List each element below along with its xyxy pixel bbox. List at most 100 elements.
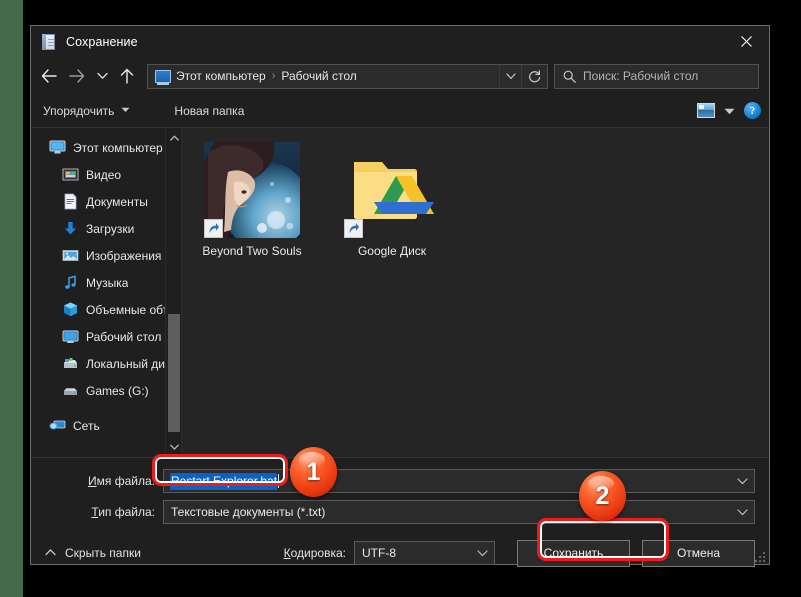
sidebar-item-music[interactable]: Музыка: [31, 269, 181, 296]
filename-value: Restart Explorer.bat: [170, 473, 277, 490]
scroll-up-chevron-icon[interactable]: [166, 130, 182, 146]
filetype-label-rest: ип файла:: [98, 505, 155, 519]
sidebar-item-network[interactable]: Сеть: [31, 412, 181, 439]
3d-objects-icon: [62, 301, 79, 318]
close-button[interactable]: [723, 26, 769, 57]
step-badge-1: 1: [290, 447, 337, 497]
title-bar: Сохранение: [31, 26, 769, 58]
file-list[interactable]: Beyond Two Souls: [182, 128, 769, 457]
cancel-label: Отмена: [677, 546, 720, 560]
sidebar-item-downloads[interactable]: Загрузки: [31, 215, 181, 242]
file-label: Google Диск: [358, 244, 426, 259]
help-label: ?: [750, 105, 756, 117]
filename-chevron-down-icon[interactable]: [730, 470, 754, 492]
navigation-bar: Этот компьютер › Рабочий стол Поиск: Раб…: [31, 58, 769, 94]
file-item-beyond-two-souls[interactable]: Beyond Two Souls: [196, 142, 308, 259]
encoding-value: UTF-8: [355, 546, 396, 560]
sidebar-item-label: Сеть: [73, 419, 100, 433]
navigation-pane: Этот компьютер Видео Документы: [31, 128, 182, 457]
filetype-value: Текстовые документы (*.txt): [164, 505, 325, 519]
hide-folders-button[interactable]: Скрыть папки: [45, 546, 141, 560]
sidebar-item-local-disk[interactable]: Локальный диск (C:): [31, 350, 181, 377]
sidebar-item-label: Этот компьютер: [73, 141, 163, 155]
google-drive-folder-icon: [352, 150, 436, 226]
sidebar-item-label: Музыка: [86, 276, 128, 290]
organize-button[interactable]: Упорядочить: [43, 104, 130, 118]
toolbar-right-group: ?: [697, 102, 761, 120]
file-row: Beyond Two Souls: [196, 142, 769, 259]
refresh-icon[interactable]: [521, 65, 547, 88]
filename-row: Имя файла: Restart Explorer.bat: [45, 468, 755, 494]
step-badge-2: 2: [579, 471, 626, 521]
address-bar[interactable]: Этот компьютер › Рабочий стол: [147, 64, 548, 89]
sidebar-item-games-drive[interactable]: Games (G:): [31, 377, 181, 404]
sidebar-item-label: Games (G:): [86, 384, 149, 398]
resize-grip[interactable]: [754, 550, 766, 562]
sidebar-item-this-pc[interactable]: Этот компьютер: [31, 134, 181, 161]
view-chevron-down-icon[interactable]: [724, 102, 735, 120]
file-item-google-drive[interactable]: Google Диск: [336, 142, 448, 259]
filetype-select[interactable]: Текстовые документы (*.txt): [163, 500, 755, 524]
filetype-label: Тип файла:: [45, 505, 155, 519]
dialog-footer: Скрыть папки Кодировка: UTF-8 Сохранить …: [31, 530, 769, 564]
breadcrumb-item-0[interactable]: Этот компьютер: [176, 69, 266, 83]
sidebar-item-videos[interactable]: Видео: [31, 161, 181, 188]
help-icon[interactable]: ?: [744, 102, 761, 119]
sidebar-scroll-thumb[interactable]: [168, 314, 180, 432]
save-button[interactable]: Сохранить: [517, 540, 630, 567]
filename-label-rest: мя файла:: [97, 474, 155, 488]
desktop-icon: [62, 328, 79, 345]
filetype-row: Тип файла: Текстовые документы (*.txt): [45, 499, 755, 525]
file-thumbnail: [204, 142, 300, 238]
new-folder-label: Новая папка: [174, 104, 244, 118]
sidebar-item-label: Загрузки: [86, 222, 134, 236]
sidebar-item-documents[interactable]: Документы: [31, 188, 181, 215]
cancel-button[interactable]: Отмена: [642, 540, 755, 567]
window-title: Сохранение: [66, 35, 138, 49]
scroll-down-chevron-icon[interactable]: [166, 439, 182, 455]
new-folder-button[interactable]: Новая папка: [174, 104, 244, 118]
notepad-icon: [41, 34, 57, 50]
drive-icon: [62, 382, 79, 399]
sidebar-item-label: Видео: [86, 168, 121, 182]
organize-label: Упорядочить: [43, 104, 114, 118]
sidebar-item-label: Документы: [86, 195, 148, 209]
text-caret: [278, 474, 279, 488]
filename-label: Имя файла:: [45, 474, 155, 488]
computer-icon: [49, 139, 66, 156]
sidebar-item-label: Рабочий стол: [86, 330, 161, 344]
file-label: Beyond Two Souls: [202, 244, 301, 259]
filetype-chevron-down-icon[interactable]: [730, 501, 754, 523]
encoding-label: Кодировка:: [284, 546, 346, 560]
recent-locations-chevron-down-icon[interactable]: [91, 62, 113, 90]
encoding-select[interactable]: UTF-8: [354, 541, 495, 565]
command-toolbar: Упорядочить Новая папка ?: [31, 94, 769, 128]
search-input[interactable]: Поиск: Рабочий стол: [554, 64, 759, 89]
up-icon[interactable]: [113, 62, 141, 90]
sidebar-item-3d-objects[interactable]: Объемные объекты: [31, 296, 181, 323]
back-icon[interactable]: [35, 62, 63, 90]
sidebar-list: Этот компьютер Видео Документы: [31, 128, 181, 439]
breadcrumb-item-1[interactable]: Рабочий стол: [281, 69, 356, 83]
filename-input[interactable]: Restart Explorer.bat: [163, 469, 755, 493]
pictures-icon: [62, 247, 79, 264]
file-thumbnail: [344, 142, 440, 238]
encoding-chevron-down-icon[interactable]: [470, 542, 494, 564]
chevron-up-icon: [45, 548, 56, 558]
desktop-background-strip: [0, 0, 23, 597]
encoding-label-rest: одировка:: [291, 546, 346, 560]
hide-folders-label: Скрыть папки: [65, 546, 141, 560]
desktop-breadcrumb-icon: [155, 70, 171, 83]
sidebar-item-pictures[interactable]: Изображения: [31, 242, 181, 269]
forward-icon[interactable]: [63, 62, 91, 90]
address-chevron-down-icon[interactable]: [499, 65, 521, 88]
encoding-accel: К: [284, 546, 291, 560]
sidebar-item-desktop[interactable]: Рабочий стол: [31, 323, 181, 350]
save-label: Сохранить: [544, 546, 604, 560]
save-dialog: Сохранение Этот компьюте: [30, 25, 770, 565]
filename-accel: И: [88, 474, 97, 488]
sidebar-scrollbar[interactable]: [165, 128, 181, 457]
shortcut-arrow-icon: [344, 219, 363, 238]
screen: Сохранение Этот компьюте: [0, 0, 801, 597]
view-layout-icon[interactable]: [697, 103, 715, 118]
